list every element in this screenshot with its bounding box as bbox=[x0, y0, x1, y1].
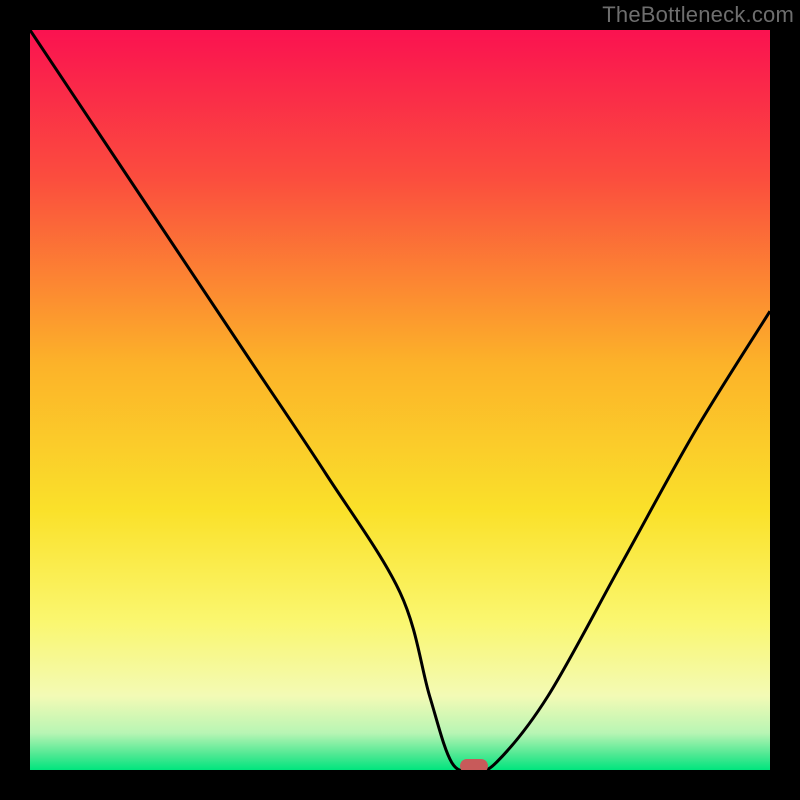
optimal-marker bbox=[460, 759, 488, 770]
curve-path bbox=[30, 30, 770, 770]
bottleneck-curve bbox=[30, 30, 770, 770]
plot-area bbox=[30, 30, 770, 770]
chart-frame: TheBottleneck.com bbox=[0, 0, 800, 800]
watermark-text: TheBottleneck.com bbox=[602, 2, 794, 28]
